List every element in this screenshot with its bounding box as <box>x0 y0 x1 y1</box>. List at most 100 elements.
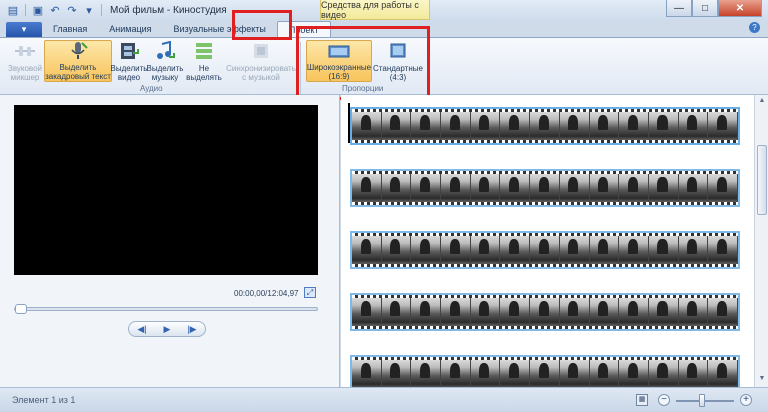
audio-group-label: Аудио <box>140 84 163 93</box>
no-emphasis-icon <box>191 40 217 62</box>
clip-frame-thumbnail <box>708 295 738 329</box>
save-icon[interactable]: ▣ <box>31 3 45 17</box>
storyboard-clip[interactable] <box>350 293 740 331</box>
audio-mixer-icon <box>12 40 38 62</box>
scroll-up-icon[interactable]: ▲ <box>757 97 767 107</box>
qat-separator <box>101 4 102 16</box>
sync-to-music-label2: с музыкой <box>242 73 280 82</box>
film-sprocket <box>352 109 738 112</box>
emphasize-video-button[interactable]: Выделить видео <box>111 40 147 82</box>
scroll-thumb[interactable] <box>757 145 767 215</box>
next-frame-button[interactable]: |▶ <box>187 324 196 335</box>
zoom-out-button[interactable]: − <box>658 394 670 406</box>
minimize-button[interactable]: — <box>666 0 692 17</box>
playback-controls: ◀| ▶ |▶ <box>128 321 206 337</box>
zoom-slider-thumb[interactable] <box>699 394 706 407</box>
storyboard-scrollbar[interactable]: ▲ ▼ <box>754 95 768 387</box>
seek-thumb[interactable] <box>15 304 27 314</box>
clip-frame-thumbnail <box>530 109 560 143</box>
qat-dropdown-icon[interactable]: ▾ <box>82 3 96 17</box>
clip-frame-thumbnail <box>352 295 382 329</box>
clip-frame-thumbnail <box>619 171 649 205</box>
redo-icon[interactable]: ↷ <box>65 3 79 17</box>
maximize-button[interactable]: □ <box>692 0 718 17</box>
standard-aspect-button[interactable]: Стандартные (4:3) <box>372 40 424 82</box>
title-bar: ▤ ▣ ↶ ↷ ▾ Мой фильм - Киностудия Средств… <box>0 0 768 20</box>
clip-frame-thumbnail <box>411 171 442 205</box>
music-note-icon <box>152 40 178 62</box>
film-sprocket <box>352 171 738 174</box>
film-sprocket <box>352 233 738 236</box>
sync-to-music-label1: Синхронизировать <box>226 64 296 73</box>
clip-frame-thumbnail <box>589 233 620 267</box>
clip-frame-thumbnail <box>589 357 620 391</box>
clip-frame-thumbnail <box>530 233 560 267</box>
zoom-in-button[interactable]: + <box>740 394 752 406</box>
clip-frame-thumbnail <box>441 295 471 329</box>
clip-frame-thumbnail <box>589 295 620 329</box>
clip-frame-thumbnail <box>352 233 382 267</box>
widescreen-aspect-button[interactable]: Широкоэкранные (16:9) <box>306 40 372 82</box>
clip-frame-thumbnail <box>708 171 738 205</box>
clip-frame-thumbnail <box>441 109 471 143</box>
emphasize-narration-label1: Выделить <box>59 63 97 72</box>
storyboard-clip[interactable] <box>350 107 740 145</box>
clip-frame-thumbnail <box>559 357 590 391</box>
emphasize-music-label2: музыку <box>151 73 179 82</box>
clip-frame-thumbnail <box>381 171 412 205</box>
help-icon[interactable]: ? <box>749 22 760 33</box>
status-item-count: Элемент 1 из 1 <box>12 395 76 405</box>
file-menu-button[interactable]: ▾ <box>6 22 42 37</box>
clip-frame-thumbnail <box>678 233 709 267</box>
clip-frame-thumbnail <box>500 171 531 205</box>
preview-pane: 00:00,00/12:04,97 ⤢ ◀| ▶ |▶ <box>0 95 340 387</box>
clip-frame-thumbnail <box>470 295 501 329</box>
clip-frame-thumbnail <box>708 357 738 391</box>
film-sprocket <box>352 264 738 267</box>
close-button[interactable]: ✕ <box>718 0 762 17</box>
group-separator <box>428 42 429 94</box>
window-controls: — □ ✕ <box>666 0 762 17</box>
no-emphasis-label1: Не <box>198 64 210 73</box>
sync-to-music-button[interactable]: Синхронизировать с музыкой <box>226 40 296 82</box>
audio-mixer-label2: микшер <box>10 73 40 82</box>
tab-project[interactable]: Проект <box>276 21 331 37</box>
clip-frame-thumbnail <box>470 357 501 391</box>
clip-frame-thumbnail <box>381 357 412 391</box>
window-title: Мой фильм - Киностудия <box>110 4 227 16</box>
clip-frame-thumbnail <box>648 295 679 329</box>
storyboard-view-icon[interactable]: ▦ <box>636 394 648 406</box>
playhead[interactable] <box>348 103 350 143</box>
widescreen-label1: Широкоэкранные <box>306 63 372 72</box>
clip-frame-thumbnail <box>352 357 382 391</box>
audio-mixer-button[interactable]: Звуковой микшер <box>6 40 44 82</box>
previous-frame-button[interactable]: ◀| <box>137 324 146 335</box>
storyboard-clip[interactable] <box>350 231 740 269</box>
play-button[interactable]: ▶ <box>164 324 171 335</box>
clip-frame-thumbnail <box>648 357 679 391</box>
app-menu-icon[interactable]: ▤ <box>6 3 20 17</box>
undo-icon[interactable]: ↶ <box>48 3 62 17</box>
clip-frame-thumbnail <box>530 171 560 205</box>
no-emphasis-label2: выделять <box>186 73 222 82</box>
emphasize-music-button[interactable]: Выделить музыку <box>146 40 184 82</box>
no-emphasis-button[interactable]: Не выделять <box>184 40 224 82</box>
film-sprocket <box>352 357 738 360</box>
standard-icon <box>385 40 411 62</box>
scroll-down-icon[interactable]: ▼ <box>757 375 767 385</box>
widescreen-icon <box>326 41 352 61</box>
tab-visual-effects[interactable]: Визуальные эффекты <box>163 21 277 37</box>
clip-frame-thumbnail <box>530 295 560 329</box>
emphasize-narration-button[interactable]: Выделить закадровый текст <box>44 40 112 82</box>
tab-home[interactable]: Главная <box>42 21 98 37</box>
clip-frame-thumbnail <box>411 357 442 391</box>
clip-frame-thumbnail <box>559 171 590 205</box>
tab-animation[interactable]: Анимация <box>98 21 162 37</box>
video-preview[interactable] <box>14 105 318 275</box>
group-separator <box>300 42 301 94</box>
fullscreen-icon[interactable]: ⤢ <box>304 287 316 298</box>
clip-frame-thumbnail <box>619 295 649 329</box>
seek-bar[interactable] <box>14 304 318 314</box>
storyboard-clip[interactable] <box>350 169 740 207</box>
clip-frame-thumbnail <box>411 109 442 143</box>
